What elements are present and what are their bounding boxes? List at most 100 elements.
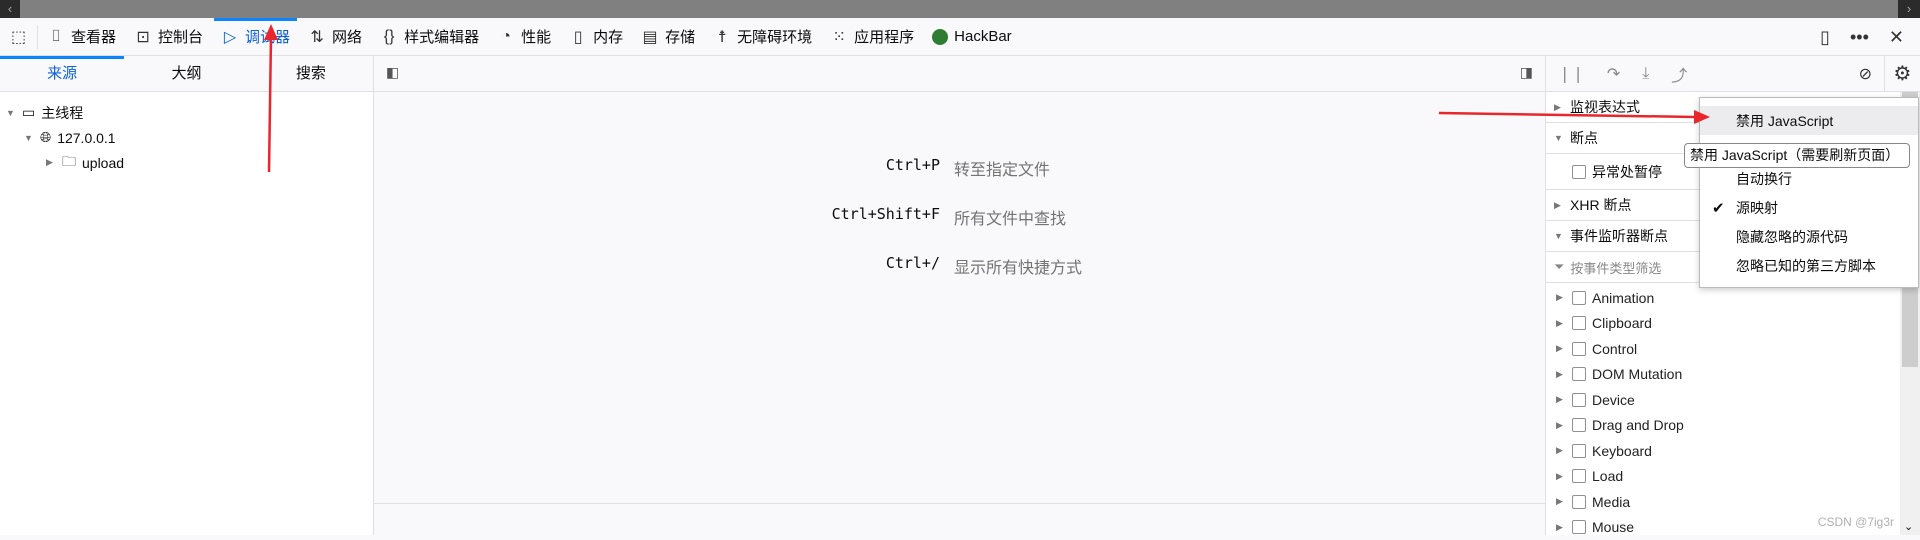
collapsed-icon: ▶ xyxy=(1556,394,1566,405)
tree-item-host[interactable]: ▼🌐︎127.0.0.1 xyxy=(0,125,373,150)
toggle-sidebar-icon[interactable]: ◨ xyxy=(1520,64,1533,81)
scroll-left-icon[interactable]: ‹ xyxy=(0,0,20,18)
tree-item-thread[interactable]: ▼▭主线程 xyxy=(0,100,373,125)
scroll-down-icon[interactable]: ⌄ xyxy=(1904,520,1913,533)
event-item[interactable]: ▶ Device xyxy=(1546,387,1920,413)
checkbox[interactable] xyxy=(1572,418,1586,432)
checkbox[interactable] xyxy=(1572,367,1586,381)
tab-performance[interactable]: ◔性能 xyxy=(488,18,560,56)
event-item[interactable]: ▶Drag and Drop xyxy=(1546,413,1920,439)
editor-panel: ◧ ◨ Ctrl+P转至指定文件 Ctrl+Shift+F所有文件中查找 Ctr… xyxy=(374,56,1545,535)
devtools-toolbar: ⬚ ⌷查看器 ⊡控制台 ▷调试器 ⇅网络 {}样式编辑器 ◔性能 ▯内存 ▤存储… xyxy=(0,18,1920,56)
tab-network[interactable]: ⇅ 网络 xyxy=(299,18,371,56)
event-label: Mouse xyxy=(1592,519,1634,535)
checkbox[interactable] xyxy=(1572,342,1586,356)
shortcut-key: Ctrl+Shift+F xyxy=(832,205,940,223)
checkbox[interactable] xyxy=(1572,393,1586,407)
collapsed-icon: ▶ xyxy=(1556,369,1566,380)
tab-accessibility[interactable]: ☨无障碍环境 xyxy=(704,18,821,56)
step-out-icon[interactable]: ⤴ xyxy=(1671,62,1687,86)
section-label: 断点 xyxy=(1570,128,1598,148)
checkbox[interactable] xyxy=(1572,495,1586,509)
tab-outline[interactable]: 大纲 xyxy=(124,56,248,91)
tab-label: 查看器 xyxy=(71,26,116,47)
event-label: DOM Mutation xyxy=(1592,366,1682,382)
event-item[interactable]: ▶Animation xyxy=(1546,285,1920,311)
event-label: Device xyxy=(1592,392,1635,408)
checkbox[interactable] xyxy=(1572,165,1586,179)
tab-console[interactable]: ⊡控制台 xyxy=(125,18,212,56)
tab-inspector[interactable]: ⌷查看器 xyxy=(38,18,125,56)
menu-word-wrap[interactable]: 自动换行 xyxy=(1700,164,1918,193)
menu-ignore-third-party[interactable]: 忽略已知的第三方脚本 xyxy=(1700,251,1918,280)
checkbox[interactable] xyxy=(1572,520,1586,534)
more-options-icon[interactable]: ••• xyxy=(1850,27,1869,48)
collapsed-icon: ▶ xyxy=(46,157,56,168)
disable-breakpoints-icon[interactable]: ⊘ xyxy=(1859,64,1872,84)
tab-application[interactable]: ⁙应用程序 xyxy=(821,18,923,56)
tab-hackbar[interactable]: HackBar xyxy=(923,18,1021,56)
accessibility-icon: ☨ xyxy=(713,27,731,47)
sources-tabs: 来源 大纲 搜索 xyxy=(0,56,373,92)
expanded-icon: ▼ xyxy=(24,133,34,143)
menu-source-maps[interactable]: ✔源映射 xyxy=(1700,193,1918,222)
tab-label: 性能 xyxy=(521,26,551,47)
tab-storage[interactable]: ▤ 存储 xyxy=(632,18,704,56)
pause-icon[interactable]: ❘❘ xyxy=(1558,64,1585,84)
tab-search[interactable]: 搜索 xyxy=(249,56,373,91)
pointer-icon: ⬚ xyxy=(10,27,28,47)
footer-divider xyxy=(374,503,1545,504)
checkbox[interactable] xyxy=(1572,316,1586,330)
tab-label: 网络 xyxy=(332,26,362,47)
tree-label: 主线程 xyxy=(41,103,83,123)
tab-debugger[interactable]: ▷ 调试器 xyxy=(212,18,299,56)
tab-label: 内存 xyxy=(593,26,623,47)
event-item[interactable]: ▶Load xyxy=(1546,464,1920,490)
source-tree: ▼▭主线程 ▼🌐︎127.0.0.1 ▶🗀upload xyxy=(0,92,373,175)
responsive-design-icon[interactable]: ▯ xyxy=(1820,27,1830,48)
collapsed-icon: ▶ xyxy=(1556,318,1566,329)
event-item[interactable]: ▶Keyboard xyxy=(1546,438,1920,464)
tab-label: 应用程序 xyxy=(854,26,914,47)
menu-label: 忽略已知的第三方脚本 xyxy=(1736,256,1876,276)
network-icon: ⇅ xyxy=(308,27,326,47)
event-list: ▶Animation▶Clipboard▶Control▶DOM Mutatio… xyxy=(1546,283,1920,540)
shortcut-text: 所有文件中查找 xyxy=(954,205,1066,229)
collapsed-icon: ▶ xyxy=(1556,445,1566,456)
step-over-icon[interactable]: ↷ xyxy=(1607,64,1620,84)
style-editor-icon: {} xyxy=(380,28,398,46)
step-in-icon[interactable]: ⤓ xyxy=(1642,65,1649,83)
event-item[interactable]: ▶ DOM Mutation xyxy=(1546,362,1920,388)
checkbox[interactable] xyxy=(1572,469,1586,483)
menu-label: 禁用 JavaScript xyxy=(1736,111,1833,131)
menu-hide-ignored[interactable]: 隐藏忽略的源代码 xyxy=(1700,222,1918,251)
debugger-icon: ▷ xyxy=(221,27,239,47)
hackbar-icon xyxy=(932,29,948,45)
event-item[interactable]: ▶Clipboard xyxy=(1546,311,1920,337)
settings-gear-icon[interactable]: ⚙ xyxy=(1884,56,1920,92)
close-icon[interactable]: ✕ xyxy=(1889,27,1904,48)
tab-style-editor[interactable]: {}样式编辑器 xyxy=(371,18,488,56)
settings-menu: 禁用 JavaScript 自动换行 ✔源映射 隐藏忽略的源代码 忽略已知的第三… xyxy=(1699,97,1919,288)
menu-disable-javascript[interactable]: 禁用 JavaScript xyxy=(1700,106,1918,135)
event-label: Control xyxy=(1592,341,1637,357)
checkbox[interactable] xyxy=(1572,444,1586,458)
event-item[interactable]: ▶Media xyxy=(1546,489,1920,515)
storage-icon: ▤ xyxy=(641,27,659,47)
tab-memory[interactable]: ▯内存 xyxy=(560,18,632,56)
tab-label: HackBar xyxy=(954,28,1012,45)
element-picker-button[interactable]: ⬚ xyxy=(0,25,38,49)
scroll-right-icon[interactable]: › xyxy=(1898,0,1920,18)
collapsed-icon: ▶ xyxy=(1556,522,1566,533)
collapsed-icon: ▶ xyxy=(1556,471,1566,482)
tooltip: 禁用 JavaScript（需要刷新页面） xyxy=(1684,143,1910,168)
tab-label: 存储 xyxy=(665,26,695,47)
event-item[interactable]: ▶Control xyxy=(1546,336,1920,362)
tab-sources[interactable]: 来源 xyxy=(0,56,124,91)
toggle-sources-icon[interactable]: ◧ xyxy=(386,64,399,81)
checkbox[interactable] xyxy=(1572,291,1586,305)
collapsed-icon: ▶ xyxy=(1556,496,1566,507)
tree-item-folder[interactable]: ▶🗀upload xyxy=(0,150,373,175)
tab-label: 调试器 xyxy=(245,26,290,47)
section-label: XHR 断点 xyxy=(1570,195,1631,215)
